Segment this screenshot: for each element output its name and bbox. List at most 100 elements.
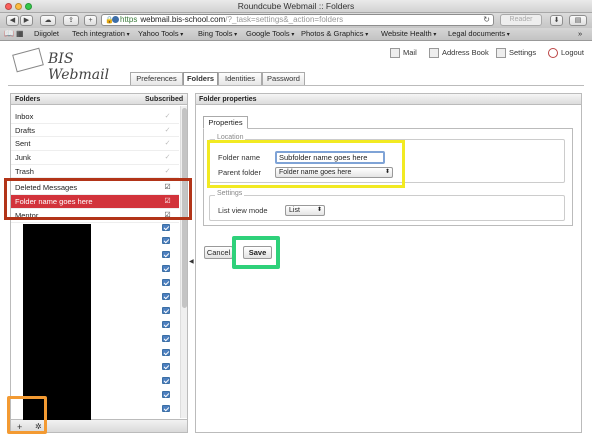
tab-folders[interactable]: Folders xyxy=(183,72,218,86)
subscribed-checkbox[interactable] xyxy=(162,293,170,300)
close-window-button[interactable] xyxy=(5,3,12,10)
folder-list-scrollbar[interactable] xyxy=(180,106,187,418)
address-bar[interactable]: 🔒 https ​ webmail.bis-school.com/?_task=… xyxy=(101,14,494,26)
more-bookmarks-icon[interactable]: » xyxy=(578,28,582,40)
subscribed-checkbox[interactable] xyxy=(162,405,170,412)
subscribed-checkbox[interactable]: ☑ xyxy=(164,184,171,191)
nav-settings[interactable]: Settings xyxy=(496,48,536,59)
subscribed-checkbox[interactable] xyxy=(162,377,170,384)
bookmark-google-tools[interactable]: Google Tools xyxy=(246,28,294,41)
bookmark-website-health[interactable]: Website Health xyxy=(381,28,436,41)
downloads-button[interactable]: ⬇ xyxy=(550,15,563,26)
subscribed-checkbox[interactable] xyxy=(162,237,170,244)
window-titlebar: Roundcube Webmail :: Folders xyxy=(0,0,592,13)
tab-identities[interactable]: Identities xyxy=(218,72,262,85)
envelope-icon xyxy=(12,47,44,73)
subscribed-checkbox[interactable] xyxy=(162,265,170,272)
folder-row-mentor[interactable]: Mentor ☑ xyxy=(11,209,179,223)
tab-preferences[interactable]: Preferences xyxy=(130,72,183,85)
nav-address-book[interactable]: Address Book xyxy=(429,48,489,59)
window-title: Roundcube Webmail :: Folders xyxy=(237,1,355,11)
subscribed-checkbox[interactable] xyxy=(162,321,170,328)
tab-password[interactable]: Password xyxy=(262,72,305,85)
bookmark-diigolet[interactable]: Diigolet xyxy=(34,28,59,40)
folder-list: Inbox ✓ Drafts ✓ Sent ✓ Junk ✓ Trash ✓ Delete… xyxy=(11,106,179,223)
panel-resize-handle-icon[interactable]: ◀ xyxy=(189,258,194,265)
settings-legend: Settings xyxy=(215,190,245,197)
subscribed-checkbox[interactable] xyxy=(162,279,170,286)
save-button[interactable]: Save xyxy=(243,246,272,259)
zoom-window-button[interactable] xyxy=(25,3,32,10)
folder-row-deleted-messages[interactable]: Deleted Messages ☑ xyxy=(11,181,179,196)
url-scheme: https xyxy=(120,15,138,24)
share-button[interactable]: ⇪ xyxy=(63,15,79,26)
cancel-button[interactable]: Cancel xyxy=(204,246,233,259)
minimize-window-button[interactable] xyxy=(15,3,22,10)
reload-icon[interactable]: ↻ xyxy=(483,15,490,25)
folder-properties-panel: Folder properties Properties Location Fo… xyxy=(195,93,582,433)
tab-divider xyxy=(8,85,584,86)
bookmark-tech-integration[interactable]: Tech integration xyxy=(72,28,130,41)
folder-row-junk[interactable]: Junk ✓ xyxy=(11,151,179,165)
bookmark-legal-documents[interactable]: Legal documents xyxy=(448,28,510,41)
parent-folder-value: Folder name goes here xyxy=(279,169,352,176)
icloud-button[interactable]: ☁ xyxy=(40,15,56,26)
plus-icon: + xyxy=(88,17,93,24)
folder-name: Junk xyxy=(15,153,31,163)
url-path: /?_task=settings&_action=folders xyxy=(225,15,344,24)
folder-name: Inbox xyxy=(15,112,34,121)
parent-folder-select[interactable]: Folder name goes here ⬍ xyxy=(275,167,393,178)
nav-mail[interactable]: Mail xyxy=(390,48,417,59)
subscribed-checkbox[interactable] xyxy=(162,224,170,231)
bookmark-yahoo-tools[interactable]: Yahoo Tools xyxy=(138,28,183,41)
subscribed-checkbox[interactable] xyxy=(162,363,170,370)
folder-list-header: Folders Subscribed xyxy=(11,94,187,105)
back-button[interactable]: ◀ xyxy=(6,15,19,26)
list-view-mode-select[interactable]: List ⬍ xyxy=(285,205,325,216)
logo: BIS Webmail xyxy=(12,47,109,83)
sidebar-button[interactable]: ▤ xyxy=(569,15,587,26)
folder-actions-gear-icon[interactable]: ✲ xyxy=(35,420,42,432)
subscribed-checkbox: ✓ xyxy=(164,167,171,175)
forward-button[interactable]: ▶ xyxy=(20,15,33,26)
folder-name: Mentor xyxy=(15,210,39,220)
folder-name-label: Folder name xyxy=(218,153,261,162)
subscribed-checkbox[interactable]: ☑ xyxy=(164,212,171,219)
list-view-mode-value: List xyxy=(289,207,300,214)
subscribed-checkbox[interactable] xyxy=(162,391,170,398)
bookmark-photos-graphics[interactable]: Photos & Graphics xyxy=(301,28,368,41)
subscribed-checkbox[interactable] xyxy=(162,307,170,314)
folder-row-sent[interactable]: Sent ✓ xyxy=(11,137,179,152)
subscribed-column-header: Subscribed xyxy=(145,96,184,103)
folder-row-drafts[interactable]: Drafts ✓ xyxy=(11,124,179,138)
folder-name: Folder name goes here xyxy=(15,197,93,207)
nav-mail-label: Mail xyxy=(403,48,417,57)
subscribed-checkbox[interactable] xyxy=(162,349,170,356)
download-icon: ⬇ xyxy=(553,17,560,24)
add-folder-button[interactable]: + xyxy=(17,420,22,432)
folders-column-header: Folders xyxy=(15,96,41,103)
subscribed-checkbox[interactable] xyxy=(162,335,170,342)
reader-button[interactable]: Reader xyxy=(500,14,542,26)
folder-row-trash[interactable]: Trash ✓ xyxy=(11,165,179,179)
mail-icon xyxy=(390,48,400,59)
subscribed-checkbox: ✓ xyxy=(164,154,171,162)
folder-row-selected[interactable]: Folder name goes here ☑ xyxy=(11,195,179,209)
folder-row-inbox[interactable]: Inbox ✓ xyxy=(11,110,179,124)
site-favicon-icon xyxy=(112,16,119,23)
folder-name: Drafts xyxy=(15,125,36,135)
tab-properties[interactable]: Properties xyxy=(203,116,248,129)
nav-logout[interactable]: Logout xyxy=(548,48,584,59)
new-tab-button[interactable]: + xyxy=(84,15,97,26)
bookmark-bing-tools[interactable]: Bing Tools xyxy=(198,28,237,41)
forward-arrow-icon: ▶ xyxy=(23,17,30,24)
bookmarks-icon[interactable]: 📖 xyxy=(4,28,14,40)
logo-text: BIS Webmail xyxy=(48,51,110,83)
folder-name-input[interactable]: Subfolder name goes here xyxy=(275,151,385,164)
subscribed-checkbox[interactable] xyxy=(162,251,170,258)
scrollbar-thumb[interactable] xyxy=(182,108,187,308)
power-icon xyxy=(548,48,558,59)
grid-icon[interactable]: ▦ xyxy=(16,28,24,40)
subscribed-checkbox[interactable]: ☑ xyxy=(164,198,171,205)
list-view-mode-label: List view mode xyxy=(218,206,268,215)
